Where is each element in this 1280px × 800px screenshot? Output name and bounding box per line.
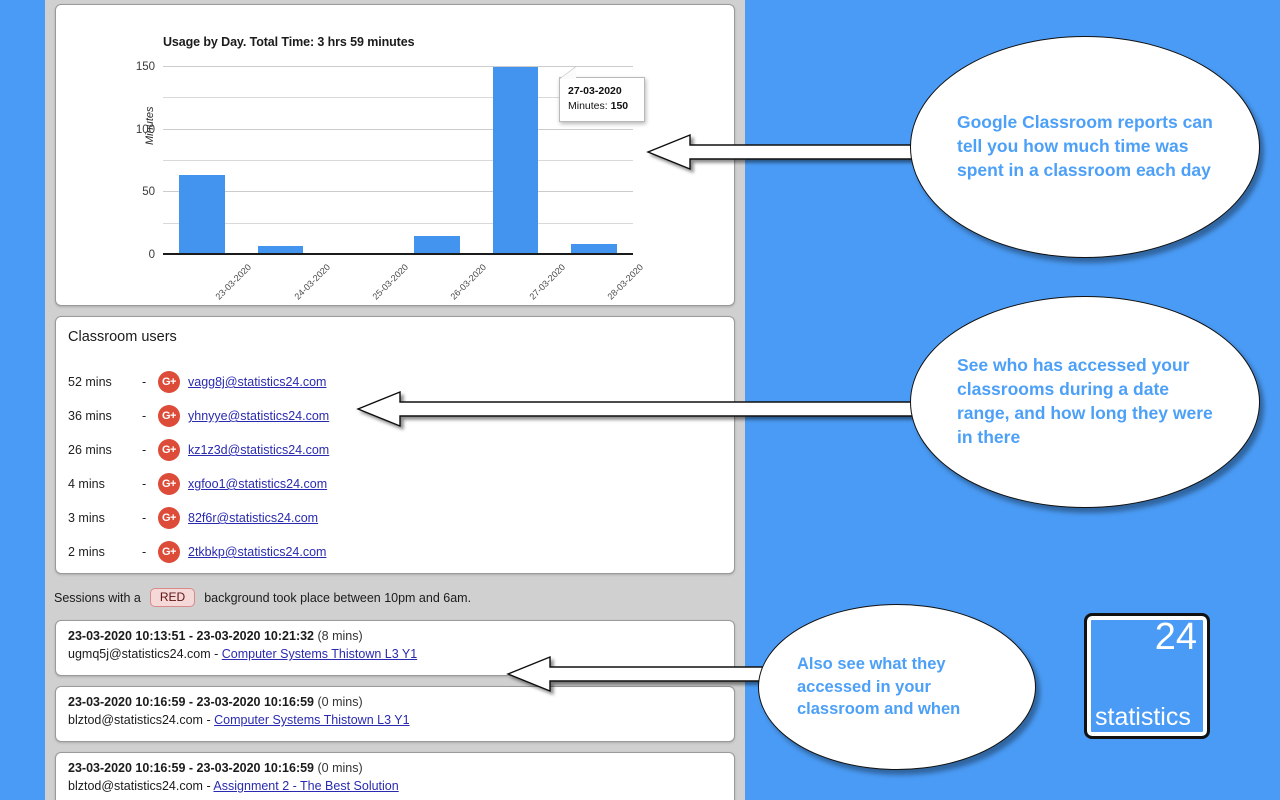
chart-gridline	[163, 191, 633, 193]
callout-bubble-users: See who has accessed your classrooms dur…	[910, 296, 1260, 508]
session-row[interactable]: 23-03-2020 10:16:59 - 23-03-2020 10:16:5…	[55, 752, 735, 800]
classroom-users-title: Classroom users	[68, 329, 177, 345]
session-email: blztod@statistics24.com	[68, 779, 203, 793]
classroom-user-minutes: 52 mins	[68, 375, 112, 389]
chart-x-tick-label: 25-03-2020	[370, 262, 410, 302]
classroom-user-row: 2 mins - G+ 2tkbkp@statistics24.com	[68, 535, 708, 569]
statistics24-logo: 24 statistics	[1084, 613, 1210, 739]
callout-bubble-users-text: See who has accessed your classrooms dur…	[957, 355, 1213, 447]
chart-y-tick-label: 100	[135, 123, 155, 136]
classroom-user-minutes: 3 mins	[68, 511, 105, 525]
session-email: ugmq5j@statistics24.com	[68, 647, 211, 661]
logo-number: 24	[1154, 616, 1197, 658]
classroom-user-row: 4 mins - G+ xgfoo1@statistics24.com	[68, 467, 708, 501]
session-time-range-line: 23-03-2020 10:16:59 - 23-03-2020 10:16:5…	[68, 761, 722, 775]
classroom-user-dash: -	[142, 409, 147, 423]
callout-arrow-to-sessions	[506, 650, 767, 698]
chart-y-tick-label: 150	[135, 61, 155, 73]
chart-bar[interactable]	[179, 174, 225, 255]
session-resource-link[interactable]: Computer Systems Thistown L3 Y1	[222, 647, 417, 661]
classroom-user-email-link[interactable]: kz1z3d@statistics24.com	[188, 443, 329, 457]
google-plus-icon: G+	[158, 507, 180, 529]
google-plus-icon: G+	[158, 541, 180, 563]
chart-x-tick-label: 23-03-2020	[213, 262, 254, 302]
session-separator: -	[206, 779, 211, 793]
chart-title: Usage by Day. Total Time: 3 hrs 59 minut…	[163, 35, 415, 49]
usage-chart-card: Usage by Day. Total Time: 3 hrs 59 minut…	[55, 4, 735, 306]
google-plus-icon: G+	[158, 473, 180, 495]
session-detail-line: blztod@statistics24.com - Assignment 2 -…	[68, 779, 722, 793]
classroom-user-minutes: 2 mins	[68, 545, 105, 559]
callout-bubble-sessions: Also see what they accessed in your clas…	[758, 604, 1036, 770]
chart-gridline	[163, 222, 633, 224]
chart-gridline	[163, 128, 633, 130]
tooltip-value: 150	[610, 100, 629, 113]
google-plus-icon: G+	[158, 405, 180, 427]
session-duration: (0 mins)	[317, 761, 363, 775]
session-separator: -	[214, 647, 219, 661]
callout-arrow-to-chart	[646, 128, 919, 176]
classroom-user-email-link[interactable]: yhnyye@statistics24.com	[188, 409, 329, 423]
session-time-range: 23-03-2020 10:16:59 - 23-03-2020 10:16:5…	[68, 695, 315, 709]
chart-x-tick-label: 28-03-2020	[605, 262, 645, 302]
session-resource-link[interactable]: Assignment 2 - The Best Solution	[213, 779, 398, 793]
classroom-user-minutes: 26 mins	[68, 443, 112, 457]
chart-tooltip: 27-03-2020 Minutes: 150	[559, 66, 645, 123]
red-background-legend-note: Sessions with a RED background took plac…	[54, 588, 471, 607]
session-time-range: 23-03-2020 10:16:59 - 23-03-2020 10:16:5…	[68, 761, 315, 775]
session-duration: (0 mins)	[317, 695, 363, 709]
classroom-user-dash: -	[142, 511, 147, 525]
google-plus-icon: G+	[158, 439, 180, 461]
session-time-range: 23-03-2020 10:13:51 - 23-03-2020 10:21:3…	[68, 629, 315, 643]
google-plus-icon: G+	[158, 371, 180, 393]
classroom-users-card: Classroom users 52 mins - G+ vagg8j@statist…	[55, 316, 735, 574]
session-resource-link[interactable]: Computer Systems Thistown L3 Y1	[214, 713, 409, 727]
classroom-user-dash: -	[142, 545, 147, 559]
session-detail-line: blztod@statistics24.com - Computer Syste…	[68, 713, 722, 727]
callout-bubble-chart: Google Classroom reports can tell you ho…	[910, 36, 1260, 258]
classroom-user-minutes: 4 mins	[68, 477, 105, 491]
logo-word: statistics	[1095, 703, 1191, 731]
chart-x-tick-label: 26-03-2020	[448, 262, 489, 302]
session-email: blztod@statistics24.com	[68, 713, 203, 727]
classroom-user-row: 26 mins - G+ kz1z3d@statistics24.com	[68, 433, 708, 467]
chart-y-tick-label: 50	[142, 186, 155, 199]
tooltip-tail	[560, 67, 576, 79]
legend-note-prefix: Sessions with a	[54, 590, 141, 605]
chart-bar[interactable]	[492, 67, 539, 255]
classroom-user-email-link[interactable]: 2tkbkp@statistics24.com	[188, 545, 326, 559]
tooltip-value-row: Minutes: 150	[568, 99, 636, 114]
chart-baseline-axis	[163, 253, 633, 255]
chart-x-tick-label: 24-03-2020	[291, 262, 332, 302]
chart-gridline	[163, 160, 633, 161]
callout-bubble-sessions-text: Also see what they accessed in your clas…	[797, 655, 961, 719]
classroom-user-dash: -	[142, 443, 147, 457]
tooltip-date: 27-03-2020	[568, 85, 622, 97]
session-separator: -	[206, 713, 211, 727]
legend-note-suffix: background took place between 10pm and 6…	[204, 590, 472, 605]
classroom-user-email-link[interactable]: vagg8j@statistics24.com	[188, 375, 326, 389]
red-badge: RED	[149, 588, 196, 607]
classroom-user-email-link[interactable]: xgfoo1@statistics24.com	[188, 477, 327, 491]
classroom-user-row: 3 mins - G+ 82f6r@statistics24.com	[68, 501, 708, 535]
chart-y-tick-label: 0	[148, 249, 155, 261]
callout-arrow-to-users	[356, 385, 919, 433]
classroom-user-dash: -	[142, 477, 147, 491]
classroom-user-email-link[interactable]: 82f6r@statistics24.com	[188, 511, 318, 525]
tooltip-value-label: Minutes:	[568, 100, 608, 113]
callout-bubble-chart-text: Google Classroom reports can tell you ho…	[957, 112, 1213, 180]
classroom-user-dash: -	[142, 375, 147, 389]
chart-x-tick-label: 27-03-2020	[526, 262, 567, 302]
classroom-user-minutes: 36 mins	[68, 409, 112, 423]
session-duration: (8 mins)	[317, 629, 363, 643]
session-time-range-line: 23-03-2020 10:13:51 - 23-03-2020 10:21:3…	[68, 629, 722, 643]
